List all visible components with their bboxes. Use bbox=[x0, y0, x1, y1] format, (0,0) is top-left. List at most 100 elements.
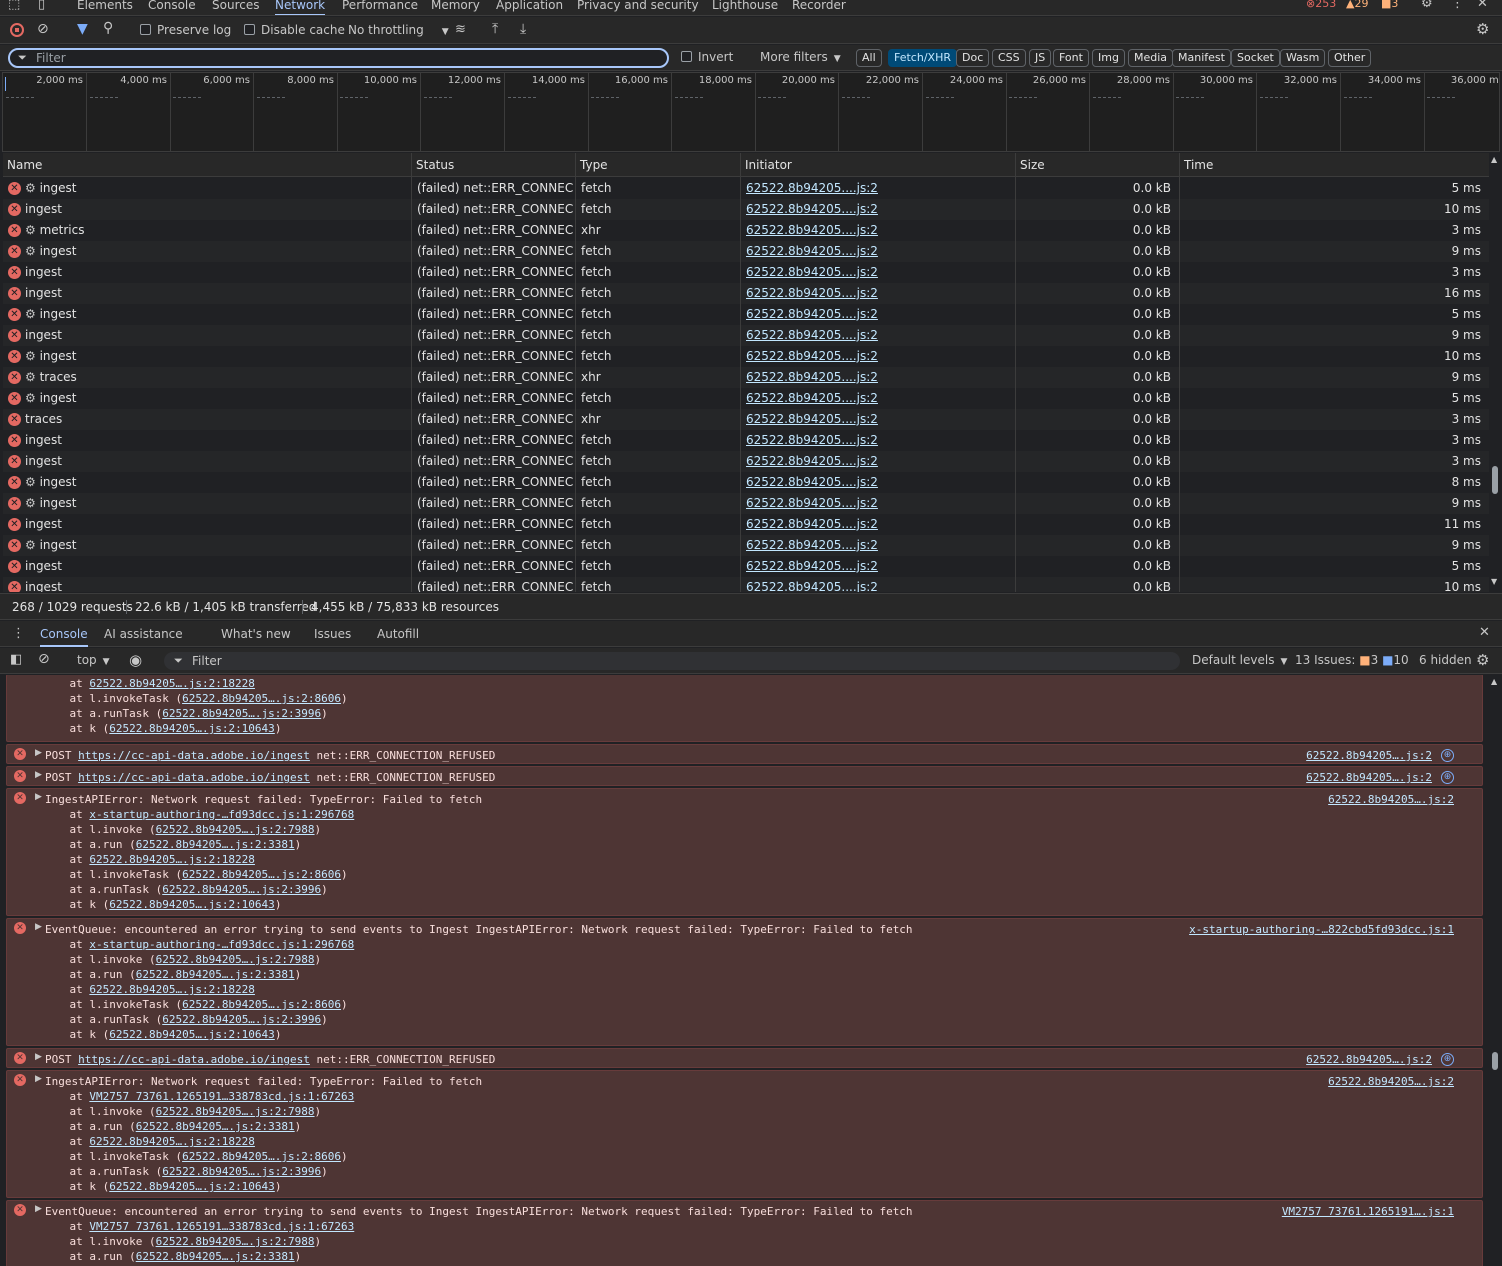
request-initiator[interactable]: 62522.8b94205....js:2 bbox=[742, 451, 1012, 472]
table-row[interactable]: ✕ ⚙ ingest (failed) net::ERR_CONNEC... fetc… bbox=[3, 493, 1489, 514]
column-header-status[interactable]: Status bbox=[411, 153, 454, 177]
request-name[interactable]: ⚙ ingest bbox=[21, 346, 407, 367]
request-initiator[interactable]: 62522.8b94205....js:2 bbox=[742, 304, 1012, 325]
invert-checkbox[interactable]: Invert bbox=[681, 44, 733, 71]
request-url-link[interactable]: https://cc-api-data.adobe.io/ingest bbox=[78, 771, 310, 784]
table-row[interactable]: ✕ ⚙ ingest (failed) net::ERR_CONNEC... fetc… bbox=[3, 304, 1489, 325]
table-row[interactable]: ✕ ⚙ traces (failed) net::ERR_CONNEC... xhr 6… bbox=[3, 367, 1489, 388]
column-header-initiator[interactable]: Initiator bbox=[740, 153, 792, 177]
console-message[interactable]: ✕ ▶ EventQueue: encountered an error tryin… bbox=[6, 1200, 1483, 1266]
stack-frame-link[interactable]: x-startup-authoring-…fd93dcc.js:1:296768 bbox=[89, 938, 354, 951]
stack-frame-link[interactable]: 62522.8b94205….js:2:7988 bbox=[156, 1235, 315, 1248]
table-row[interactable]: ✕ ⚙ ingest (failed) net::ERR_CONNEC... fetc… bbox=[3, 178, 1489, 199]
request-initiator[interactable]: 62522.8b94205....js:2 bbox=[742, 535, 1012, 556]
table-row[interactable]: ✕ ⚙ ingest (failed) net::ERR_CONNEC... fetc… bbox=[3, 472, 1489, 493]
request-initiator[interactable]: 62522.8b94205....js:2 bbox=[742, 430, 1012, 451]
stack-frame-link[interactable]: 62522.8b94205….js:2:10643 bbox=[109, 1180, 275, 1193]
import-har-icon[interactable]: ⤒ bbox=[492, 21, 498, 37]
drawer-tab-issues[interactable]: Issues bbox=[314, 621, 351, 647]
source-link[interactable]: 62522.8b94205….js:2 bbox=[1328, 792, 1454, 807]
type-filter-socket[interactable]: Socket bbox=[1231, 49, 1280, 67]
request-url-link[interactable]: https://cc-api-data.adobe.io/ingest bbox=[78, 749, 310, 762]
request-name[interactable]: ingest bbox=[21, 430, 407, 451]
network-settings-icon[interactable]: ⚙ bbox=[1476, 20, 1489, 38]
request-initiator[interactable]: 62522.8b94205....js:2 bbox=[742, 472, 1012, 493]
stack-frame-link[interactable]: 62522.8b94205….js:2:10643 bbox=[109, 722, 275, 735]
type-filter-doc[interactable]: Doc bbox=[956, 49, 990, 67]
source-link[interactable]: VM2757 73761.1265191….js:1 bbox=[1282, 1204, 1454, 1219]
console-message[interactable]: at 62522.8b94205….js:2:18228 at l.invoke… bbox=[6, 675, 1483, 742]
column-header-type[interactable]: Type bbox=[575, 153, 608, 177]
inspect-element-icon[interactable]: ⬚ bbox=[8, 0, 20, 12]
request-name[interactable]: ingest bbox=[21, 199, 407, 220]
record-stop-button[interactable] bbox=[10, 23, 24, 37]
request-initiator[interactable]: 62522.8b94205....js:2 bbox=[742, 493, 1012, 514]
stack-frame-link[interactable]: 62522.8b94205….js:2:10643 bbox=[109, 1028, 275, 1041]
type-filter-font[interactable]: Font bbox=[1053, 49, 1089, 67]
request-name[interactable]: ⚙ ingest bbox=[21, 535, 407, 556]
console-scrollbar[interactable]: ▲ bbox=[1488, 675, 1502, 1266]
stack-frame-link[interactable]: VM2757 73761.1265191…338783cd.js:1:67263 bbox=[89, 1090, 354, 1103]
stack-frame-link[interactable]: 62522.8b94205….js:2:7988 bbox=[156, 1105, 315, 1118]
stack-frame-link[interactable]: 62522.8b94205….js:2:8606 bbox=[182, 998, 341, 1011]
search-icon[interactable]: ⚲ bbox=[103, 20, 113, 36]
request-initiator[interactable]: 62522.8b94205....js:2 bbox=[742, 409, 1012, 430]
console-message[interactable]: ✕ ▶ EventQueue: encountered an error tryin… bbox=[6, 918, 1483, 1046]
drawer-tab-what-s-new[interactable]: What's new bbox=[221, 621, 291, 647]
console-message[interactable]: ✕ ▶ POST https://cc-api-data.adobe.io/inge… bbox=[6, 1048, 1483, 1068]
preserve-log-checkbox[interactable]: Preserve log bbox=[140, 17, 231, 44]
table-row[interactable]: ✕ ingest (failed) net::ERR_CONNEC... fetch 6… bbox=[3, 283, 1489, 304]
request-url-link[interactable]: https://cc-api-data.adobe.io/ingest bbox=[78, 1053, 310, 1066]
network-conditions-icon[interactable]: ≋ bbox=[455, 22, 466, 37]
table-row[interactable]: ✕ ingest (failed) net::ERR_CONNEC... fetch 6… bbox=[3, 451, 1489, 472]
filter-icon[interactable]: ▼ bbox=[77, 21, 88, 37]
request-initiator[interactable]: 62522.8b94205....js:2 bbox=[742, 199, 1012, 220]
expand-caret-icon[interactable]: ▶ bbox=[35, 1074, 42, 1084]
stack-frame-link[interactable]: 62522.8b94205….js:2:3381 bbox=[136, 838, 295, 851]
drawer-menu-icon[interactable]: ⋮ bbox=[12, 626, 25, 641]
table-row[interactable]: ✕ ingest (failed) net::ERR_CONNEC... fetch 6… bbox=[3, 556, 1489, 577]
tab-privacy-and-security[interactable]: Privacy and security bbox=[577, 0, 699, 14]
scrollbar-thumb[interactable] bbox=[1492, 466, 1498, 494]
expand-caret-icon[interactable]: ▶ bbox=[35, 792, 42, 802]
drawer-tab-ai-assistance[interactable]: AI assistance bbox=[104, 621, 183, 647]
table-row[interactable]: ✕ ingest (failed) net::ERR_CONNEC... fetch 6… bbox=[3, 577, 1489, 592]
type-filter-css[interactable]: CSS bbox=[992, 49, 1026, 67]
drawer-tab-console[interactable]: Console bbox=[40, 621, 88, 647]
more-options-icon[interactable]: ⋮ bbox=[1451, 0, 1464, 11]
console-settings-icon[interactable]: ⚙ bbox=[1476, 651, 1489, 669]
table-row[interactable]: ✕ ingest (failed) net::ERR_CONNEC... fetch 6… bbox=[3, 262, 1489, 283]
table-row[interactable]: ✕ ingest (failed) net::ERR_CONNEC... fetch 6… bbox=[3, 199, 1489, 220]
more-filters-dropdown[interactable]: More filters ▼ bbox=[760, 44, 841, 71]
disable-cache-checkbox[interactable]: Disable cache bbox=[244, 17, 345, 44]
source-link[interactable]: x-startup-authoring-…822cbd5fd93dcc.js:1 bbox=[1189, 922, 1454, 937]
table-row[interactable]: ✕ ⚙ ingest (failed) net::ERR_CONNEC... fetc… bbox=[3, 346, 1489, 367]
request-initiator[interactable]: 62522.8b94205....js:2 bbox=[742, 556, 1012, 577]
expand-caret-icon[interactable]: ▶ bbox=[35, 770, 42, 780]
live-expression-eye-icon[interactable]: ◉ bbox=[129, 651, 142, 669]
network-request-globe-icon[interactable]: ⊕ bbox=[1441, 749, 1454, 762]
request-initiator[interactable]: 62522.8b94205....js:2 bbox=[742, 514, 1012, 535]
request-name[interactable]: ingest bbox=[21, 451, 407, 472]
request-initiator[interactable]: 62522.8b94205....js:2 bbox=[742, 367, 1012, 388]
tab-sources[interactable]: Sources bbox=[212, 0, 259, 14]
network-request-globe-icon[interactable]: ⊕ bbox=[1441, 1053, 1454, 1066]
stack-frame-link[interactable]: 62522.8b94205….js:2:3996 bbox=[162, 707, 321, 720]
context-select[interactable]: top ▼ bbox=[77, 647, 110, 674]
table-row[interactable]: ✕ ingest (failed) net::ERR_CONNEC... fetch 6… bbox=[3, 430, 1489, 451]
request-name[interactable]: ⚙ ingest bbox=[21, 493, 407, 514]
stack-frame-link[interactable]: 62522.8b94205….js:2:18228 bbox=[89, 1135, 255, 1148]
log-levels-dropdown[interactable]: Default levels ▼ bbox=[1192, 647, 1287, 674]
request-initiator[interactable]: 62522.8b94205....js:2 bbox=[742, 178, 1012, 199]
request-name[interactable]: ingest bbox=[21, 325, 407, 346]
console-scrollbar-thumb[interactable] bbox=[1492, 1052, 1498, 1070]
type-filter-fetch-xhr[interactable]: Fetch/XHR bbox=[888, 49, 957, 67]
source-link[interactable]: 62522.8b94205….js:2 bbox=[1328, 1074, 1454, 1089]
table-row[interactable]: ✕ ⚙ ingest (failed) net::ERR_CONNEC... fetc… bbox=[3, 241, 1489, 262]
table-row[interactable]: ✕ ⚙ ingest (failed) net::ERR_CONNEC... fetc… bbox=[3, 535, 1489, 556]
throttling-select[interactable]: No throttling ▼ bbox=[348, 17, 449, 44]
console-message[interactable]: ✕ ▶ POST https://cc-api-data.adobe.io/inge… bbox=[6, 766, 1483, 786]
requests-scrollbar[interactable]: ▲ ▼ bbox=[1489, 153, 1502, 592]
device-toolbar-icon[interactable]: ▯ bbox=[38, 0, 45, 12]
settings-gear-icon[interactable]: ⚙ bbox=[1421, 0, 1433, 11]
